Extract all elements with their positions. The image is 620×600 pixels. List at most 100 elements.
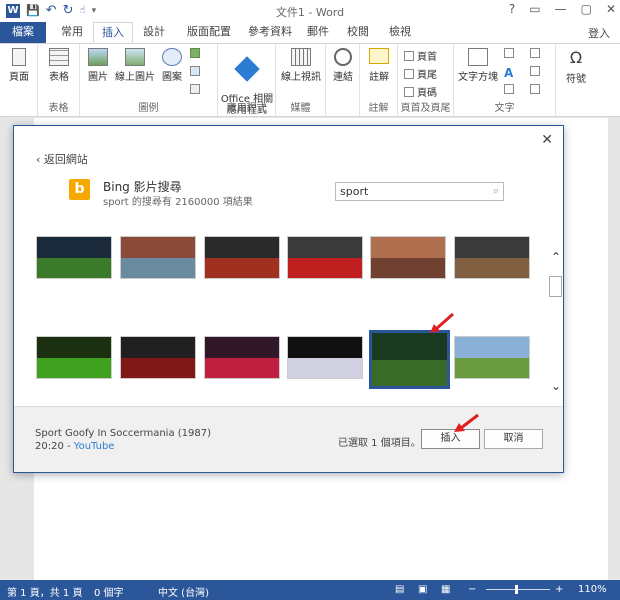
back-to-sites-link[interactable]: ‹ 返回網站 xyxy=(36,151,88,167)
tab-layout[interactable]: 版面配置 xyxy=(178,22,240,43)
smartart-icon xyxy=(190,48,200,58)
insert-button[interactable]: 插入 xyxy=(421,429,480,449)
group-tables-label: 表格 xyxy=(48,103,69,114)
group-text: 文字方塊 A 文字 xyxy=(454,44,556,116)
signature-line-button[interactable] xyxy=(530,48,543,60)
close-icon[interactable]: ✕ xyxy=(606,2,616,16)
screenshot-button[interactable] xyxy=(190,84,203,96)
links-label: 連結 xyxy=(333,72,353,83)
pages-button[interactable]: 頁面 xyxy=(3,48,35,83)
chart-button[interactable] xyxy=(190,66,203,78)
online-video-icon xyxy=(291,48,311,66)
dialog-close-icon[interactable]: ✕ xyxy=(541,132,553,148)
dropcap-button[interactable] xyxy=(504,84,517,96)
tab-references[interactable]: 參考資料 xyxy=(242,22,298,43)
bing-logo-icon: b xyxy=(69,179,90,200)
tab-review[interactable]: 校閱 xyxy=(338,22,378,43)
header-icon xyxy=(404,51,414,61)
video-thumbnail[interactable] xyxy=(454,336,530,379)
video-thumbnail[interactable] xyxy=(454,236,530,279)
search-icon[interactable]: ⌕ xyxy=(493,184,499,198)
pictures-button[interactable]: 圖片 xyxy=(83,48,113,83)
symbol-label: 符號 xyxy=(566,74,586,85)
language-status[interactable]: 中文 (台灣) xyxy=(158,584,209,599)
word-count[interactable]: 0 個字 xyxy=(94,584,124,599)
textbox-button[interactable]: 文字方塊 xyxy=(456,48,500,83)
tab-file[interactable]: 檔案 xyxy=(0,22,46,43)
comment-button[interactable]: 註解 xyxy=(363,48,395,83)
table-button[interactable]: 表格 xyxy=(42,48,76,83)
video-duration: 20:20 - xyxy=(35,441,71,452)
search-input[interactable] xyxy=(336,183,476,200)
online-picture-icon xyxy=(125,48,145,66)
scroll-up-icon[interactable]: ⌃ xyxy=(551,250,561,264)
zoom-out-icon[interactable]: − xyxy=(468,584,476,595)
date-time-button[interactable] xyxy=(530,66,543,78)
office-apps-icon xyxy=(234,56,260,82)
group-media: 線上視訊 媒體 xyxy=(276,44,326,116)
video-thumbnail-selected[interactable] xyxy=(369,330,450,389)
quick-parts-icon xyxy=(504,48,514,58)
zoom-slider[interactable] xyxy=(486,589,550,590)
video-thumbnail[interactable] xyxy=(36,236,112,279)
page-icon xyxy=(12,48,26,66)
zoom-slider-knob[interactable] xyxy=(515,585,518,594)
wordart-button[interactable]: A xyxy=(504,66,513,80)
video-thumbnail[interactable] xyxy=(287,236,363,279)
group-apps-label: 應用程式 xyxy=(226,103,267,114)
maximize-icon[interactable]: ▢ xyxy=(581,2,592,16)
search-field[interactable]: ⌕ xyxy=(335,182,504,201)
footer-button[interactable]: 頁尾 xyxy=(404,66,437,81)
page-count[interactable]: 第 1 頁，共 1 頁 xyxy=(7,584,82,599)
video-thumbnail[interactable] xyxy=(204,336,280,379)
video-thumbnail[interactable] xyxy=(287,336,363,379)
online-pictures-button[interactable]: 線上圖片 xyxy=(113,48,157,83)
video-source-link[interactable]: YouTube xyxy=(74,441,115,452)
group-comments: 註解 註解 xyxy=(360,44,398,116)
video-thumbnail[interactable] xyxy=(204,236,280,279)
cancel-button[interactable]: 取消 xyxy=(484,429,543,449)
shapes-icon xyxy=(162,48,182,66)
tab-home[interactable]: 常用 xyxy=(50,22,94,43)
page-number-label: 頁碼 xyxy=(417,88,437,99)
video-thumbnail[interactable] xyxy=(120,236,196,279)
print-layout-icon[interactable]: ▣ xyxy=(418,584,427,595)
shapes-button[interactable]: 圖案 xyxy=(158,48,186,83)
scroll-down-icon[interactable]: ⌄ xyxy=(551,379,561,393)
header-button[interactable]: 頁首 xyxy=(404,48,437,63)
pages-label: 頁面 xyxy=(9,72,29,83)
group-pages: 頁面 xyxy=(0,44,38,116)
footer-icon xyxy=(404,69,414,79)
video-thumbnail[interactable] xyxy=(120,336,196,379)
group-header-footer-label: 頁首及頁尾 xyxy=(400,103,451,114)
signature-icon xyxy=(530,48,540,58)
link-icon xyxy=(334,48,352,66)
page-number-button[interactable]: 頁碼 xyxy=(404,84,437,99)
comment-icon xyxy=(369,48,389,64)
comment-label: 註解 xyxy=(369,72,389,83)
tab-insert[interactable]: 插入 xyxy=(93,22,133,43)
status-bar: 第 1 頁，共 1 頁 0 個字 中文 (台灣) ▤ ▣ ▦ − + 110% xyxy=(0,580,620,600)
video-thumbnail[interactable] xyxy=(370,236,446,279)
links-button[interactable]: 連結 xyxy=(328,48,358,83)
ribbon-display-icon[interactable]: ▭ xyxy=(529,2,540,16)
help-icon[interactable]: ? xyxy=(509,2,515,16)
scrollbar-thumb[interactable] xyxy=(549,276,562,297)
symbol-button[interactable]: Ω 符號 xyxy=(560,48,592,85)
tab-view[interactable]: 檢視 xyxy=(380,22,420,43)
zoom-level[interactable]: 110% xyxy=(578,584,607,595)
web-layout-icon[interactable]: ▦ xyxy=(441,584,450,595)
read-mode-icon[interactable]: ▤ xyxy=(395,584,404,595)
tab-mailings[interactable]: 郵件 xyxy=(300,22,336,43)
tab-design[interactable]: 設計 xyxy=(133,22,175,43)
smartart-button[interactable] xyxy=(190,48,203,60)
online-video-button[interactable]: 線上視訊 xyxy=(278,48,324,83)
object-button[interactable] xyxy=(530,84,543,96)
minimize-icon[interactable]: — xyxy=(555,2,567,16)
pictures-label: 圖片 xyxy=(88,72,108,83)
footer-label: 頁尾 xyxy=(417,70,437,81)
quick-parts-button[interactable] xyxy=(504,48,517,60)
video-thumbnail[interactable] xyxy=(36,336,112,379)
sign-in-link[interactable]: 登入 xyxy=(588,25,610,41)
zoom-in-icon[interactable]: + xyxy=(555,584,563,595)
